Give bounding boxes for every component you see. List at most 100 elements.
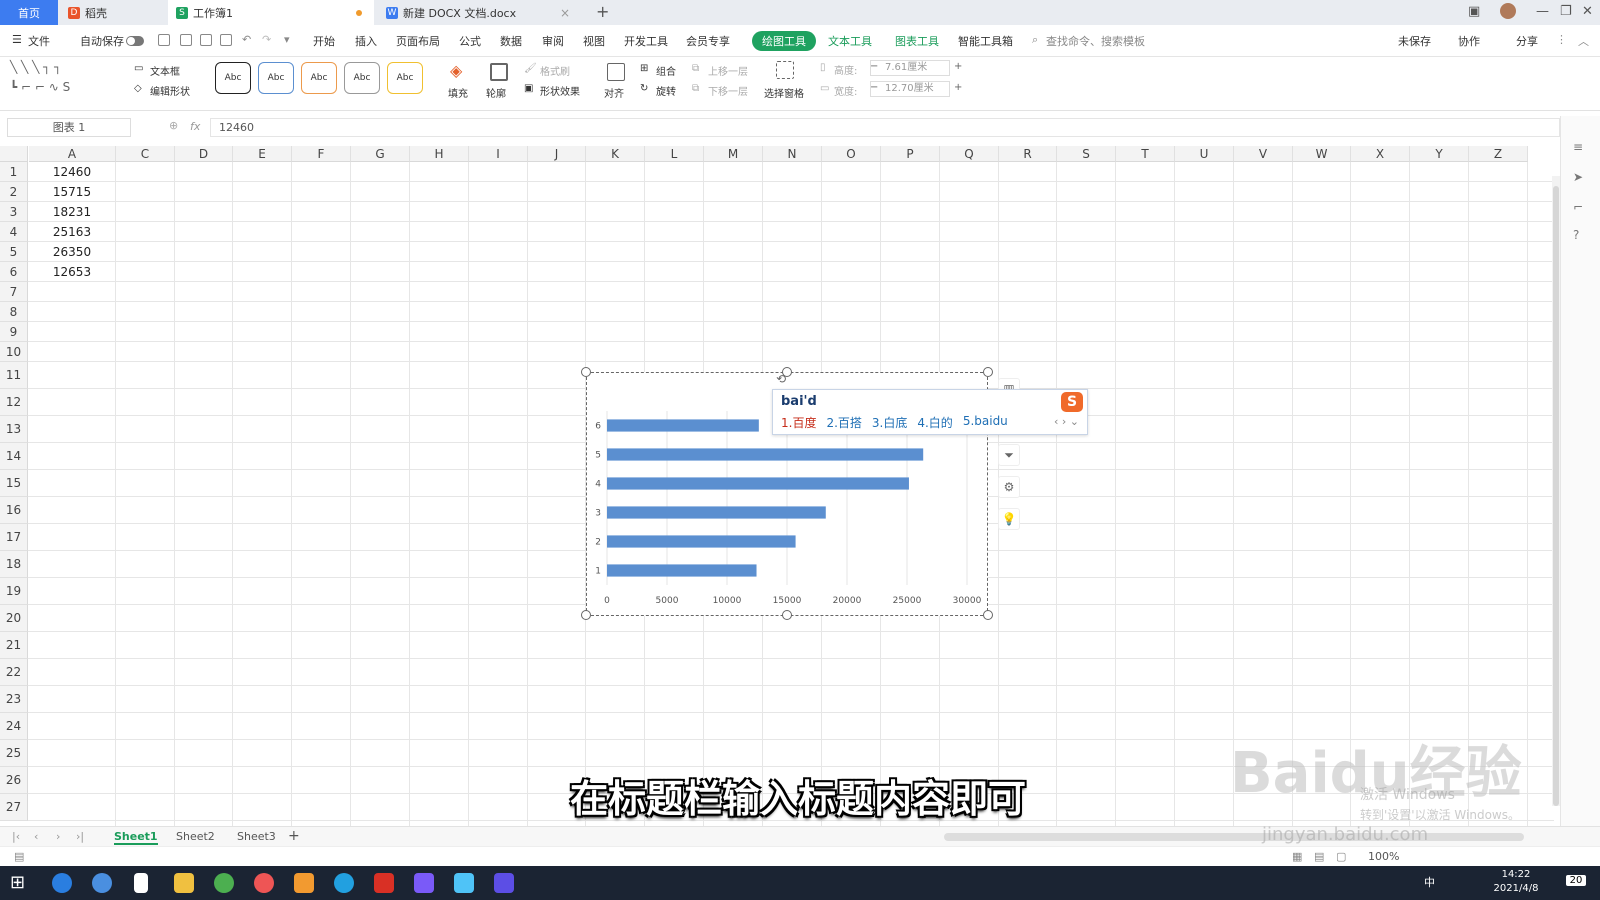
notes-app-icon[interactable] (454, 873, 474, 893)
outline-icon[interactable] (490, 63, 508, 81)
macro-icon[interactable]: ▤ (14, 850, 24, 863)
zoom-level[interactable]: 100% (1368, 850, 1399, 863)
new-tab-button[interactable]: + (596, 2, 609, 21)
close-icon[interactable]: × (560, 6, 570, 20)
tab-drawing-tools[interactable]: 绘图工具 (752, 31, 816, 51)
column-header-M[interactable]: M (704, 146, 763, 162)
column-header-H[interactable]: H (410, 146, 469, 162)
layout-icon[interactable]: ⌐ (1573, 200, 1587, 214)
row-header-5[interactable]: 5 (0, 242, 28, 262)
resize-handle-bl[interactable] (581, 610, 591, 620)
feather-app-icon[interactable] (52, 873, 72, 893)
row-header-23[interactable]: 23 (0, 686, 28, 713)
column-header-Z[interactable]: Z (1469, 146, 1528, 162)
align-button[interactable]: 对齐 (604, 85, 624, 100)
bar-5[interactable] (607, 448, 924, 461)
menu-file[interactable]: 文件 (28, 33, 50, 49)
autosave-toggle[interactable] (126, 36, 144, 46)
group-button[interactable]: 组合 (656, 63, 676, 78)
minimize-icon[interactable]: — (1536, 4, 1549, 19)
menu-formula[interactable]: 公式 (459, 33, 481, 49)
column-header-N[interactable]: N (763, 146, 822, 162)
view-page-icon[interactable]: ▤ (1314, 850, 1324, 863)
ime-candidate-5[interactable]: 5.baidu (963, 414, 1008, 431)
row-header-24[interactable]: 24 (0, 713, 28, 740)
menu-home[interactable]: 开始 (313, 33, 335, 49)
bar-1[interactable] (607, 564, 757, 577)
row-header-19[interactable]: 19 (0, 578, 28, 605)
row-header-14[interactable]: 14 (0, 443, 28, 470)
row-header-18[interactable]: 18 (0, 551, 28, 578)
fill-button[interactable]: 填充 (448, 85, 468, 100)
connector-shape-icon[interactable]: ┗ ⌐ ⌐ ∿ S (10, 80, 70, 94)
restore-icon[interactable]: ❐ (1560, 4, 1572, 19)
horizontal-scrollbar[interactable] (944, 833, 1524, 841)
row-header-27[interactable]: 27 (0, 794, 28, 821)
bar-2[interactable] (607, 535, 796, 548)
select-all-corner[interactable] (0, 146, 28, 162)
menu-member[interactable]: 会员专享 (686, 33, 730, 49)
format-icon[interactable] (180, 34, 192, 46)
notification-badge[interactable]: 20 (1566, 875, 1586, 886)
tab-smart-toolbox[interactable]: 智能工具箱 (958, 33, 1013, 49)
column-header-E[interactable]: E (233, 146, 292, 162)
print-icon[interactable] (200, 34, 212, 46)
cell-A2[interactable]: 15715 (29, 182, 115, 202)
menu-view[interactable]: 视图 (583, 33, 605, 49)
chart-ideas-button[interactable]: 💡 (998, 508, 1020, 530)
sheet-tab-1[interactable]: Sheet1 (114, 830, 158, 845)
command-search[interactable]: 查找命令、搜索模板 (1046, 33, 1145, 49)
row-header-13[interactable]: 13 (0, 416, 28, 443)
select-cursor-icon[interactable]: ➤ (1573, 170, 1587, 184)
preview-icon[interactable] (220, 34, 232, 46)
row-header-9[interactable]: 9 (0, 322, 28, 342)
fill-icon[interactable]: ◈ (450, 61, 462, 80)
hamburger-icon[interactable]: ☰ (12, 33, 22, 46)
tab-text-tools[interactable]: 文本工具 (828, 33, 872, 49)
folder-icon[interactable] (174, 873, 194, 893)
shape-style-1[interactable]: Abc (215, 62, 251, 94)
tab-daoke[interactable]: D 稻壳 (60, 0, 168, 25)
column-header-U[interactable]: U (1175, 146, 1234, 162)
height-input[interactable]: 7.61厘米 (870, 60, 950, 76)
column-header-V[interactable]: V (1234, 146, 1293, 162)
resize-handle-bottom[interactable] (782, 610, 792, 620)
tab-docx[interactable]: W 新建 DOCX 文档.docx × (378, 0, 584, 25)
row-header-7[interactable]: 7 (0, 282, 28, 302)
avatar[interactable] (1500, 3, 1516, 19)
browser-s-icon[interactable] (92, 873, 112, 893)
sheet-tab-2[interactable]: Sheet2 (176, 830, 215, 843)
row-header-20[interactable]: 20 (0, 605, 28, 632)
wps-icon[interactable] (374, 873, 394, 893)
menu-review[interactable]: 审阅 (542, 33, 564, 49)
properties-icon[interactable]: ≡ (1573, 140, 1587, 154)
row-header-15[interactable]: 15 (0, 470, 28, 497)
edit-shape-button[interactable]: 编辑形状 (150, 83, 190, 98)
resize-handle-tl[interactable] (581, 367, 591, 377)
shape-style-4[interactable]: Abc (344, 62, 380, 94)
column-header-J[interactable]: J (528, 146, 586, 162)
row-header-25[interactable]: 25 (0, 740, 28, 767)
file-icon[interactable] (134, 873, 148, 893)
column-header-Q[interactable]: Q (940, 146, 999, 162)
column-header-K[interactable]: K (586, 146, 645, 162)
share-button[interactable]: 分享 (1516, 33, 1538, 49)
more-icon[interactable]: ▾ (284, 33, 290, 46)
chrome-icon[interactable] (214, 873, 234, 893)
name-box[interactable]: 图表 1 (7, 118, 131, 137)
more-menu-icon[interactable]: ⋮ (1556, 33, 1567, 46)
row-header-6[interactable]: 6 (0, 262, 28, 282)
row-header-8[interactable]: 8 (0, 302, 28, 322)
column-header-R[interactable]: R (999, 146, 1057, 162)
video-app-icon[interactable] (494, 873, 514, 893)
prev-sheet-icon[interactable]: ‹ (34, 830, 38, 843)
fx-icon[interactable]: fx (190, 120, 200, 133)
column-header-W[interactable]: W (1293, 146, 1351, 162)
column-header-D[interactable]: D (175, 146, 233, 162)
cell-A5[interactable]: 26350 (29, 242, 115, 262)
width-increase[interactable]: + (954, 82, 962, 93)
ime-mode-indicator[interactable]: 中 (1424, 874, 1435, 890)
save-icon[interactable] (158, 34, 170, 46)
select-pane-button[interactable]: 选择窗格 (764, 85, 804, 100)
bar-3[interactable] (607, 506, 826, 519)
